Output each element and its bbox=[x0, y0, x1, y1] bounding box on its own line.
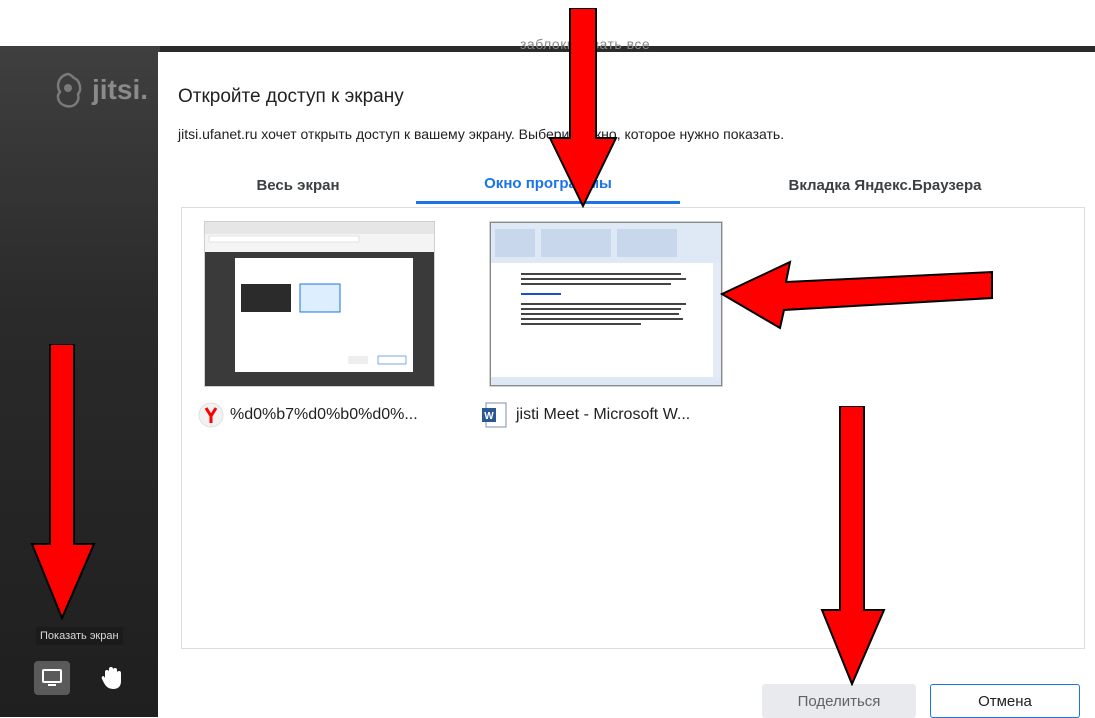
browser-preview-image bbox=[205, 222, 434, 386]
cancel-button[interactable]: Отмена bbox=[930, 684, 1080, 718]
jitsi-logo-text: jitsi. bbox=[92, 74, 149, 105]
tab-entire-screen[interactable]: Весь экран bbox=[180, 166, 416, 204]
yandex-browser-icon bbox=[198, 402, 224, 428]
window-title-word: jisti Meet - Microsoft W... bbox=[516, 406, 691, 423]
tab-browser-tab[interactable]: Вкладка Яндекс.Браузера bbox=[740, 166, 1030, 204]
ms-word-icon: W bbox=[482, 402, 507, 428]
jitsi-mascot-icon bbox=[56, 72, 82, 108]
window-label-browser[interactable]: %d0%b7%d0%b0%d0%... bbox=[198, 402, 418, 428]
share-screen-tooltip: Показать экран bbox=[36, 627, 123, 645]
window-thumbnail-word[interactable] bbox=[490, 222, 722, 386]
share-screen-button[interactable] bbox=[34, 661, 70, 695]
source-tabs: Весь экран Окно программы Вкладка Яндекс… bbox=[180, 166, 1085, 206]
tab-application-window[interactable]: Окно программы bbox=[416, 166, 680, 204]
jitsi-logo: jitsi. bbox=[48, 70, 148, 110]
window-thumbnail-browser[interactable] bbox=[205, 222, 434, 386]
dialog-title: Откройте доступ к экрану bbox=[178, 86, 404, 107]
share-button[interactable]: Поделиться bbox=[762, 684, 916, 718]
background-text: заблокировать все bbox=[520, 36, 651, 52]
word-preview-image bbox=[491, 223, 721, 385]
window-title-browser: %d0%b7%d0%b0%d0%... bbox=[230, 406, 418, 423]
window-label-word[interactable]: W jisti Meet - Microsoft W... bbox=[480, 400, 690, 430]
dialog-subtitle: jitsi.ufanet.ru хочет открыть доступ к в… bbox=[178, 126, 785, 142]
svg-text:W: W bbox=[484, 411, 494, 422]
raise-hand-button[interactable] bbox=[94, 661, 130, 695]
hand-icon bbox=[101, 667, 121, 689]
monitor-icon bbox=[42, 669, 62, 686]
jitsi-sidebar bbox=[0, 46, 160, 717]
